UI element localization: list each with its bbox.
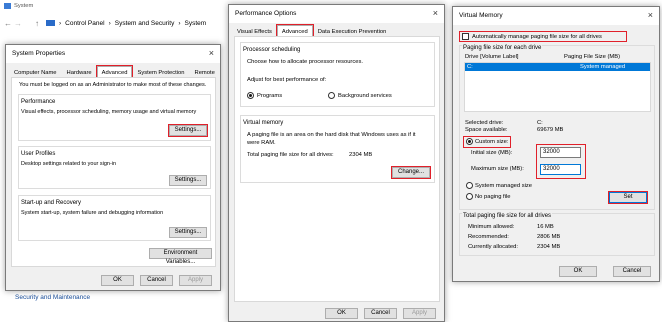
- ok-button[interactable]: OK: [101, 275, 134, 286]
- security-maintenance-link[interactable]: Security and Maintenance: [15, 294, 90, 301]
- space-available-label: Space available:: [465, 127, 508, 133]
- breadcrumb-separator: ›: [178, 20, 181, 27]
- breadcrumb-system[interactable]: System: [185, 20, 207, 27]
- breadcrumb[interactable]: › Control Panel › System and Security › …: [46, 20, 206, 27]
- space-available-value: 69679 MB: [537, 127, 564, 133]
- system-window-title: System: [14, 3, 34, 9]
- dialog-title: System Properties: [12, 50, 66, 57]
- selected-drive-value: C:: [537, 120, 543, 126]
- custom-size-label[interactable]: Custom size:: [475, 139, 509, 145]
- monitor-icon: [46, 20, 55, 26]
- no-paging-radio[interactable]: [466, 193, 473, 200]
- performance-settings-button[interactable]: Settings...: [168, 124, 208, 137]
- cancel-button[interactable]: Cancel: [140, 275, 173, 286]
- user-profiles-title: User Profiles: [20, 151, 57, 157]
- user-profiles-group: User Profiles Desktop settings related t…: [18, 146, 211, 189]
- close-icon[interactable]: ×: [209, 48, 214, 58]
- total-paging-value: 2304 MB: [349, 152, 373, 158]
- breadcrumb-system-security[interactable]: System and Security: [115, 20, 175, 27]
- totals-group: Total paging file size for all drives Mi…: [459, 213, 655, 256]
- currently-allocated-label: Currently allocated:: [468, 244, 518, 250]
- breadcrumb-control-panel[interactable]: Control Panel: [65, 20, 104, 27]
- environment-variables-button[interactable]: Environment Variables...: [149, 248, 212, 265]
- performance-title: Performance: [20, 99, 57, 105]
- minimum-allowed-value: 16 MB: [537, 224, 554, 230]
- advanced-tab-panel: Processor scheduling Choose how to alloc…: [234, 36, 440, 302]
- initial-size-label: Initial size (MB):: [471, 150, 513, 156]
- virtual-memory-dialog: Virtual Memory × Automatically manage pa…: [452, 6, 660, 282]
- performance-options-dialog: Performance Options × Visual Effects Adv…: [228, 4, 445, 322]
- system-properties-titlebar: System Properties ×: [6, 45, 220, 63]
- performance-options-titlebar: Performance Options ×: [229, 5, 444, 23]
- system-icon: [4, 3, 11, 9]
- processor-scheduling-desc: Choose how to allocate processor resourc…: [247, 59, 363, 65]
- size-column-header: Paging File Size (MB): [564, 54, 621, 60]
- virtual-memory-group: Virtual memory A paging file is an area …: [240, 115, 435, 183]
- apply-button[interactable]: Apply: [403, 308, 436, 319]
- drive-row-size: System managed: [580, 64, 626, 70]
- ok-button[interactable]: OK: [325, 308, 358, 319]
- forward-arrow-icon[interactable]: →: [14, 19, 22, 28]
- set-button[interactable]: Set: [608, 191, 648, 204]
- startup-recovery-desc: System start-up, system failure and debu…: [21, 210, 164, 216]
- selected-drive-label: Selected drive:: [465, 120, 504, 126]
- no-paging-label[interactable]: No paging file: [475, 194, 510, 200]
- virtual-memory-title: Virtual memory: [242, 120, 285, 126]
- startup-recovery-group: Start-up and Recovery System start-up, s…: [18, 195, 211, 241]
- performance-desc: Visual effects, processor scheduling, me…: [21, 109, 197, 115]
- max-size-label: Maximum size (MB):: [471, 166, 524, 172]
- recommended-label: Recommended:: [468, 234, 509, 240]
- initial-size-input[interactable]: 32000: [540, 147, 581, 158]
- background-services-label[interactable]: Background services: [338, 93, 392, 99]
- system-managed-radio[interactable]: [466, 182, 473, 189]
- user-profiles-settings-button[interactable]: Settings...: [169, 175, 207, 186]
- drive-list[interactable]: C: System managed: [464, 62, 651, 112]
- max-size-input[interactable]: 32000: [540, 164, 581, 175]
- adjust-label: Adjust for best performance of:: [247, 77, 327, 83]
- system-managed-label[interactable]: System managed size: [475, 183, 532, 189]
- paging-file-title: Paging file size for each drive: [462, 45, 543, 51]
- close-icon[interactable]: ×: [433, 8, 438, 18]
- totals-title: Total paging file size for all drives: [462, 213, 553, 219]
- dialog-title: Virtual Memory: [459, 12, 503, 19]
- admin-note: You must be logged on as an Administrato…: [19, 82, 207, 88]
- breadcrumb-separator: ›: [108, 20, 111, 27]
- cancel-button[interactable]: Cancel: [613, 266, 651, 277]
- drive-row-drive: C:: [467, 64, 473, 70]
- advanced-tab-panel: You must be logged on as an Administrato…: [11, 77, 216, 267]
- performance-group: Performance Visual effects, processor sc…: [18, 94, 211, 141]
- change-button[interactable]: Change...: [391, 166, 431, 179]
- up-arrow-icon[interactable]: ↑: [35, 19, 39, 28]
- processor-scheduling-title: Processor scheduling: [242, 47, 302, 53]
- close-icon[interactable]: ×: [648, 10, 653, 20]
- apply-button[interactable]: Apply: [179, 275, 212, 286]
- currently-allocated-value: 2304 MB: [537, 244, 561, 250]
- processor-scheduling-group: Processor scheduling Choose how to alloc…: [240, 42, 435, 107]
- auto-manage-label[interactable]: Automatically manage paging file size fo…: [472, 34, 602, 40]
- total-paging-label: Total paging file size for all drives:: [247, 152, 334, 158]
- back-arrow-icon[interactable]: ←: [4, 19, 12, 28]
- custom-size-radio[interactable]: [466, 138, 473, 145]
- cancel-button[interactable]: Cancel: [364, 308, 397, 319]
- virtual-memory-desc: A paging file is an area on the hard dis…: [247, 132, 416, 147]
- startup-recovery-title: Start-up and Recovery: [20, 200, 83, 206]
- drive-row-c[interactable]: C: System managed: [465, 63, 650, 71]
- user-profiles-desc: Desktop settings related to your sign-in: [21, 161, 117, 167]
- background-services-radio[interactable]: [328, 92, 335, 99]
- system-properties-dialog: System Properties × Computer Name Hardwa…: [5, 44, 221, 291]
- minimum-allowed-label: Minimum allowed:: [468, 224, 515, 230]
- drive-column-header: Drive [Volume Label]: [465, 54, 519, 60]
- auto-manage-checkbox[interactable]: [462, 33, 469, 40]
- programs-label[interactable]: Programs: [257, 93, 282, 99]
- breadcrumb-separator: ›: [59, 20, 62, 27]
- dialog-title: Performance Options: [235, 10, 297, 17]
- paging-file-group: Paging file size for each drive Drive [V…: [459, 45, 655, 210]
- virtual-memory-titlebar: Virtual Memory ×: [453, 7, 659, 25]
- programs-radio[interactable]: [247, 92, 254, 99]
- ok-button[interactable]: OK: [559, 266, 597, 277]
- recommended-value: 2806 MB: [537, 234, 561, 240]
- startup-settings-button[interactable]: Settings...: [169, 227, 207, 238]
